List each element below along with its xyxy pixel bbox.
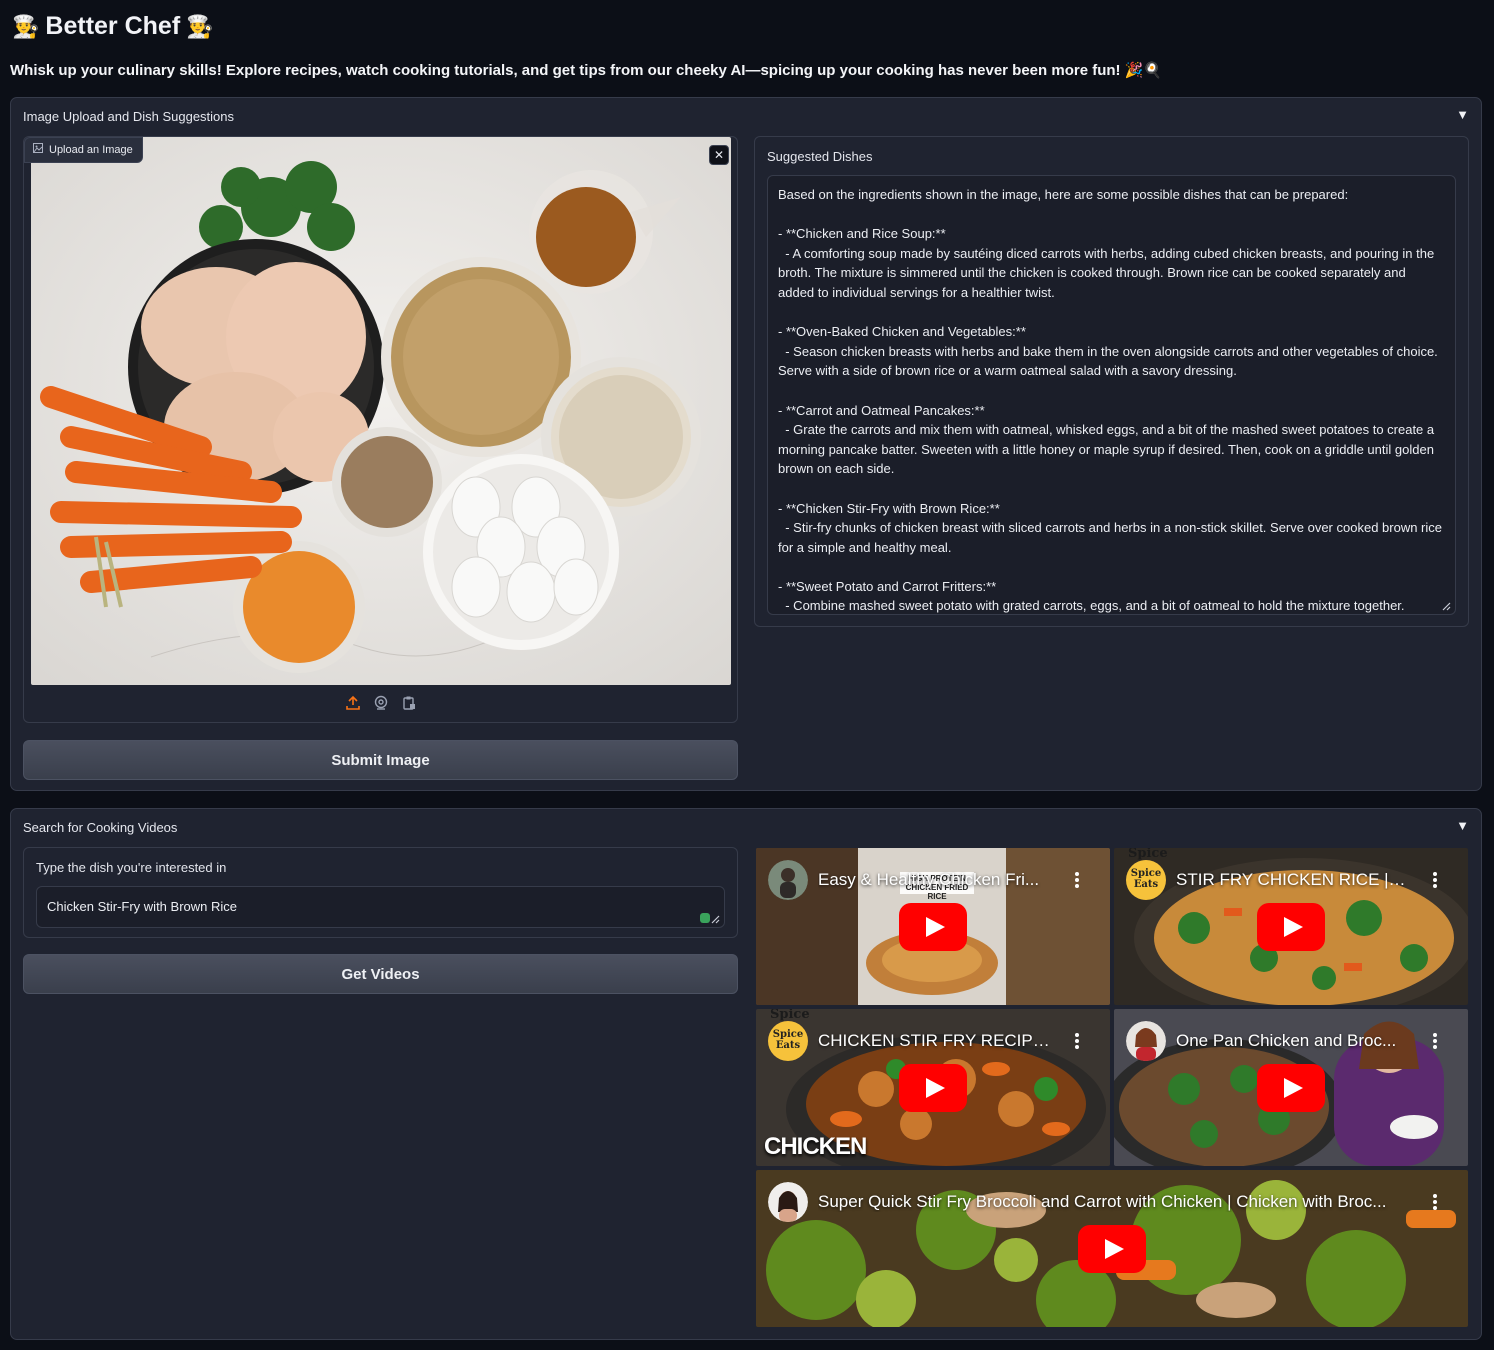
video-embed[interactable]: Super Quick Stir Fry Broccoli and Carrot… <box>756 1170 1468 1327</box>
thumbnail-caption: CHICKEN <box>764 1133 867 1160</box>
app-title: 👨‍🍳 Better Chef 👨‍🍳 <box>12 12 214 41</box>
upload-icon[interactable] <box>345 695 361 711</box>
resize-handle-icon[interactable] <box>1439 598 1451 611</box>
video-embed[interactable]: One Pan Chicken and Broc... <box>1114 1009 1468 1166</box>
more-options-icon[interactable] <box>1432 1031 1438 1051</box>
submit-image-button[interactable]: Submit Image <box>23 740 738 780</box>
channel-logo-text: Spice <box>1130 868 1162 879</box>
video-title[interactable]: CHICKEN STIR FRY RECIPE... <box>818 1031 1050 1051</box>
grammarly-icon <box>700 911 720 924</box>
collapse-toggle-icon[interactable]: ▼ <box>1456 107 1469 122</box>
channel-avatar[interactable] <box>768 860 808 900</box>
upload-panel-title: Image Upload and Dish Suggestions <box>23 109 235 124</box>
get-videos-button[interactable]: Get Videos <box>23 954 738 994</box>
webcam-icon[interactable] <box>373 695 389 711</box>
channel-logo-text: Eats <box>775 1040 801 1051</box>
channel-avatar[interactable]: Spice Eats <box>1126 860 1166 900</box>
clipboard-icon[interactable] <box>401 695 417 711</box>
more-options-icon[interactable] <box>1074 870 1080 890</box>
video-title[interactable]: Easy & Healthy Chicken Fri... <box>818 870 1050 890</box>
thumbnail-watermark: Spice <box>1128 848 1168 861</box>
uploaded-image <box>31 137 731 685</box>
channel-logo-text: Spice <box>772 1029 804 1040</box>
video-panel-title: Search for Cooking Videos <box>23 820 178 835</box>
suggested-dishes-textarea[interactable]: Based on the ingredients shown in the im… <box>767 175 1456 615</box>
youtube-play-icon[interactable] <box>1257 902 1325 951</box>
more-options-icon[interactable] <box>1432 1192 1438 1212</box>
channel-avatar[interactable] <box>768 1182 808 1222</box>
chef-icon: 👨‍🍳 <box>186 13 214 39</box>
collapse-toggle-icon[interactable]: ▼ <box>1456 818 1469 833</box>
app-title-text: Better Chef <box>45 12 181 40</box>
chef-icon: 👨‍🍳 <box>12 13 40 39</box>
suggested-dishes-text: Based on the ingredients shown in the im… <box>778 187 1443 614</box>
suggested-dishes-box: Suggested Dishes Based on the ingredient… <box>754 136 1469 627</box>
dish-input-field[interactable]: Chicken Stir-Fry with Brown Rice <box>36 886 725 928</box>
image-label-text: Upload an Image <box>49 143 133 156</box>
suggested-dishes-label: Suggested Dishes <box>767 149 873 164</box>
ingredients-photo <box>31 137 731 685</box>
clear-image-button[interactable]: ✕ <box>709 145 729 165</box>
more-options-icon[interactable] <box>1074 1031 1080 1051</box>
video-title[interactable]: One Pan Chicken and Broc... <box>1176 1031 1408 1051</box>
video-embed[interactable]: Spice Spice Eats CHICKEN STIR FRY RECIPE… <box>756 1009 1110 1166</box>
video-panel: Search for Cooking Videos ▼ Type the dis… <box>10 808 1482 1340</box>
video-embed[interactable]: Spice Spice Eats STIR FRY CHICKEN RICE |… <box>1114 848 1468 1005</box>
dish-input-box: Type the dish you're interested in Chick… <box>23 847 738 938</box>
image-source-tools <box>24 695 737 711</box>
youtube-play-icon[interactable] <box>1078 1224 1146 1273</box>
video-title[interactable]: STIR FRY CHICKEN RICE | S... <box>1176 870 1408 890</box>
youtube-play-icon[interactable] <box>899 1063 967 1112</box>
more-options-icon[interactable] <box>1432 870 1438 890</box>
dish-input-label: Type the dish you're interested in <box>36 860 227 875</box>
image-label: Upload an Image <box>24 137 143 163</box>
image-upload-box[interactable]: Upload an Image ✕ <box>23 136 738 723</box>
upload-panel: Image Upload and Dish Suggestions ▼ Uplo… <box>10 97 1482 791</box>
channel-avatar[interactable]: Spice Eats <box>768 1021 808 1061</box>
video-embed[interactable]: HIGH PROTEIN CHICKEN FRIED RICE Easy & H… <box>756 848 1110 1005</box>
image-icon <box>33 143 43 156</box>
app-subtitle: Whisk up your culinary skills! Explore r… <box>10 62 1163 79</box>
channel-logo-text: Eats <box>1133 879 1159 890</box>
channel-avatar[interactable] <box>1126 1021 1166 1061</box>
video-title[interactable]: Super Quick Stir Fry Broccoli and Carrot… <box>818 1192 1408 1212</box>
youtube-play-icon[interactable] <box>1257 1063 1325 1112</box>
youtube-play-icon[interactable] <box>899 902 967 951</box>
thumbnail-watermark: Spice <box>770 1009 810 1022</box>
dish-input-value: Chicken Stir-Fry with Brown Rice <box>47 899 237 914</box>
